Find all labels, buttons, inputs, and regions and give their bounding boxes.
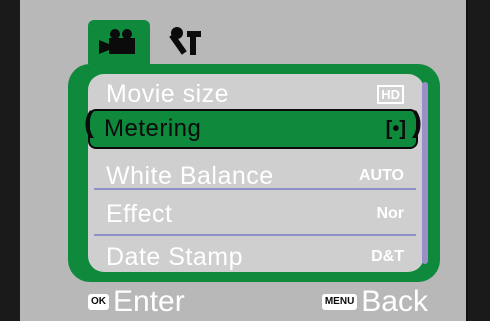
metering-center-icon: [•]: [385, 117, 406, 140]
hd-icon: HD: [377, 84, 404, 104]
menu-key-icon: MENU: [321, 294, 358, 310]
menu-divider: [94, 188, 416, 190]
menu-item-white-balance[interactable]: White Balance AUTO: [88, 156, 420, 196]
footer-hints: OK Enter MENU Back: [88, 284, 428, 320]
enter-hint[interactable]: OK Enter: [88, 287, 185, 317]
menu-item-value: Nor: [376, 205, 404, 222]
tab-movie[interactable]: [88, 20, 150, 64]
selection-bracket-right-icon: ): [412, 106, 422, 139]
ok-key-icon: OK: [88, 294, 109, 310]
menu-item-label: Effect: [106, 199, 173, 228]
enter-label: Enter: [113, 285, 185, 318]
tab-setup[interactable]: [160, 20, 212, 64]
menu-item-label: Metering: [104, 115, 202, 142]
back-label: Back: [361, 285, 428, 318]
left-border: [0, 0, 22, 321]
menu-item-label: White Balance: [106, 161, 274, 190]
menu-divider: [94, 234, 416, 236]
menu-item-effect[interactable]: Effect Nor: [88, 194, 420, 234]
movie-camera-icon: [99, 29, 135, 54]
menu-item-label: Movie size: [106, 79, 230, 108]
menu-item-value: AUTO: [358, 167, 404, 184]
menu-item-metering[interactable]: Metering [•]: [88, 109, 418, 149]
right-border: [468, 0, 490, 321]
selection-bracket-left-icon: (: [84, 106, 94, 139]
back-hint[interactable]: MENU Back: [321, 285, 428, 318]
menu-item-label: Date Stamp: [106, 242, 244, 271]
menu-list: Movie size HD White Balance AUTO Effect …: [88, 74, 424, 272]
menu-item-movie-size[interactable]: Movie size HD: [88, 74, 420, 114]
menu-item-date-stamp[interactable]: Date Stamp D&T: [88, 237, 420, 272]
menu-scrollbar[interactable]: [422, 82, 428, 264]
setup-tools-icon: [169, 27, 201, 55]
menu-item-value: D&T: [371, 248, 404, 265]
